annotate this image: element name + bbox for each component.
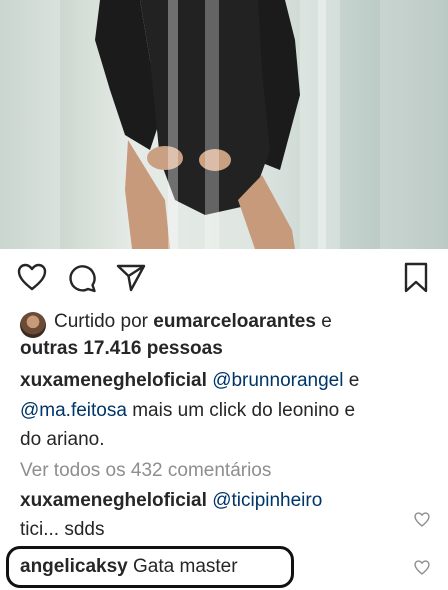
comment-author[interactable]: xuxamenegheloficial [20, 490, 207, 511]
post-action-bar [0, 258, 448, 298]
heart-icon[interactable] [414, 512, 430, 527]
caption-line-3: do ariano. [20, 429, 105, 450]
liked-by-username[interactable]: eumarceloarantes [153, 311, 316, 332]
comment-line-1: xuxamenegheloficial @ticipinheiro [20, 486, 322, 516]
caption-text: mais um click do leonino e [126, 400, 356, 421]
heart-icon[interactable] [414, 560, 430, 575]
comment-icon[interactable] [67, 263, 97, 293]
comment-text: tici... sdds [20, 519, 105, 540]
liked-by-suffix: e [315, 311, 332, 332]
likes-count[interactable]: outras 17.416 pessoas [20, 336, 223, 362]
bookmark-icon[interactable] [403, 262, 429, 294]
comment-author[interactable]: angelicaksy [20, 556, 128, 577]
caption-line-2: @ma.feitosa mais um click do leonino e [20, 396, 355, 426]
send-icon[interactable] [116, 263, 146, 293]
avatar[interactable] [20, 312, 46, 338]
caption-joiner: e [343, 370, 360, 391]
comment-text: Gata master [133, 556, 238, 577]
comment-mention[interactable]: @ticipinheiro [212, 490, 322, 511]
caption-author[interactable]: xuxamenegheloficial [20, 370, 207, 391]
caption-mention[interactable]: @ma.feitosa [20, 400, 127, 421]
caption-mention[interactable]: @brunnorangel [212, 370, 343, 391]
post-photo[interactable] [0, 0, 448, 249]
caption-line-1: xuxamenegheloficial @brunnorangel e [20, 366, 359, 396]
liked-by-prefix: Curtido por [54, 311, 154, 332]
comment-line: angelicaksy Gata master [20, 552, 238, 582]
liked-by-line: Curtido por eumarceloarantes e [54, 309, 332, 335]
heart-icon[interactable] [17, 263, 47, 291]
view-all-comments-link[interactable]: Ver todos os 432 comentários [20, 456, 271, 486]
person-figure [95, 0, 326, 249]
